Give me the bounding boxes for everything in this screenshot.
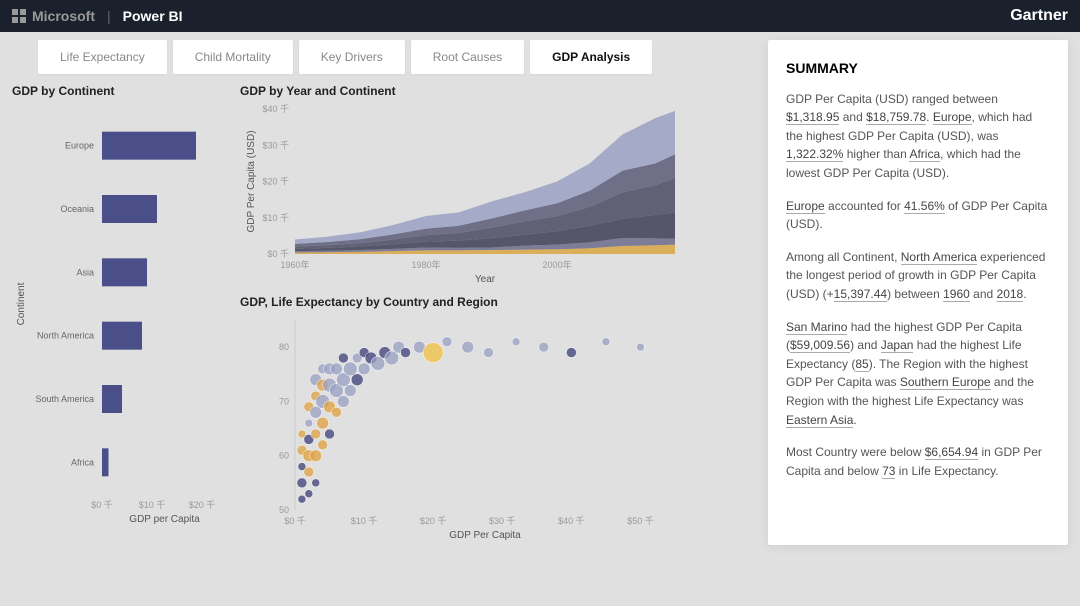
chart-title-scatter: GDP, Life Expectancy by Country and Regi… [240,295,690,309]
svg-text:South America: South America [35,394,94,404]
svg-text:70: 70 [279,396,289,406]
svg-text:Africa: Africa [71,457,94,467]
svg-text:50: 50 [279,505,289,515]
svg-text:Continent: Continent [16,282,27,325]
svg-text:$0 千: $0 千 [284,516,306,526]
svg-text:GDP Per Capita: GDP Per Capita [449,530,521,540]
svg-text:Oceania: Oceania [60,204,94,214]
chart-scatter[interactable]: 50 60 70 80 $0 千 $10 千 $20 千 $30 千 $40 千 $50 千 GDP… [240,315,690,540]
summary-panel: SUMMARY GDP Per Capita (USD) ranged betw… [768,40,1068,545]
svg-text:$30 千: $30 千 [262,140,289,150]
svg-text:2000年: 2000年 [543,259,572,270]
summary-p4: San Marino had the highest GDP Per Capit… [786,318,1050,430]
brand-divider: | [107,8,111,24]
svg-text:$0 千: $0 千 [267,249,289,259]
svg-text:$0 千: $0 千 [91,500,113,510]
svg-text:$10 千: $10 千 [139,500,166,510]
chart-bar[interactable]: Europe Oceania Asia North America South Amer… [12,104,232,524]
tab-life-expectancy[interactable]: Life Expectancy [38,40,167,74]
brand-microsoft: Microsoft [32,8,95,24]
tab-key-drivers[interactable]: Key Drivers [299,40,405,74]
svg-text:$20 千: $20 千 [189,500,216,510]
chart-area[interactable]: $0 千 $10 千 $20 千 $30 千 $40 千 1960年 1980年 2000年 Y… [240,104,690,284]
svg-text:$20 千: $20 千 [420,516,447,526]
tab-root-causes[interactable]: Root Causes [411,40,524,74]
chart-title-area: GDP by Year and Continent [240,84,690,98]
brand-powerbi: Power BI [123,8,183,24]
brand-gartner: Gartner [1010,7,1068,25]
svg-text:North America: North America [37,331,94,341]
tab-gdp-analysis[interactable]: GDP Analysis [530,40,652,74]
svg-text:$10 千: $10 千 [262,213,289,223]
microsoft-logo-icon [12,9,26,23]
svg-text:1980年: 1980年 [412,259,441,270]
svg-text:Year: Year [475,274,496,284]
summary-p3: Among all Continent, North America exper… [786,248,1050,304]
svg-text:$50 千: $50 千 [627,516,654,526]
svg-text:60: 60 [279,451,289,461]
summary-p2: Europe accounted for 41.56% of GDP Per C… [786,197,1050,234]
svg-text:Asia: Asia [76,267,94,277]
svg-text:GDP per Capita: GDP per Capita [129,514,200,524]
svg-text:$20 千: $20 千 [262,177,289,187]
svg-text:1960年: 1960年 [280,259,309,270]
svg-text:$30 千: $30 千 [489,516,516,526]
chart-title-bar: GDP by Continent [12,84,232,98]
svg-text:GDP Per Capita (USD): GDP Per Capita (USD) [246,130,257,232]
svg-text:Europe: Europe [65,141,94,151]
summary-p5: Most Country were below $6,654.94 in GDP… [786,443,1050,480]
tab-child-mortality[interactable]: Child Mortality [173,40,293,74]
svg-text:$40 千: $40 千 [262,104,289,114]
summary-p1: GDP Per Capita (USD) ranged between $1,3… [786,90,1050,183]
svg-text:$10 千: $10 千 [351,516,378,526]
tab-bar: Life ExpectancyChild MortalityKey Driver… [38,40,758,74]
top-bar: Microsoft | Power BI Gartner [0,0,1080,32]
svg-text:$40 千: $40 千 [558,516,585,526]
svg-text:80: 80 [279,342,289,352]
summary-heading: SUMMARY [786,58,1050,80]
